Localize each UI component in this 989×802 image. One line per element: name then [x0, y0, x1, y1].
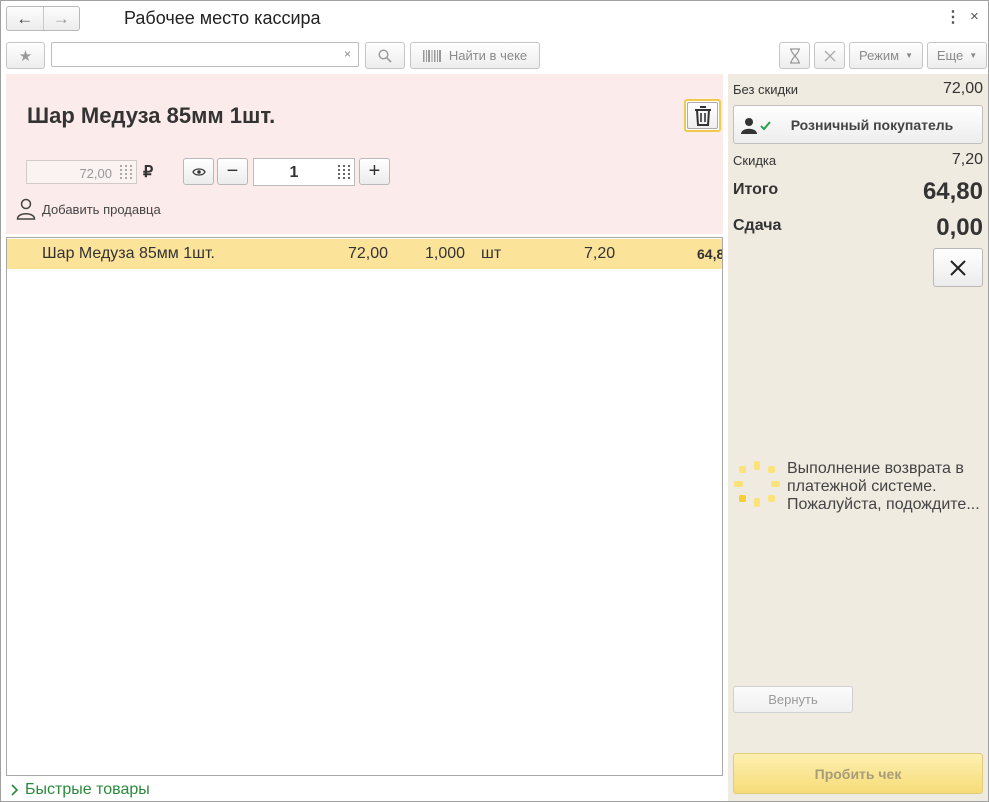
more-menu-icon[interactable]: ⋮ [945, 7, 961, 27]
back-arrow-icon: ← [16, 8, 34, 28]
current-item-panel: Шар Медуза 85мм 1шт. 72,00 ₽ − 1 + Добав… [6, 74, 723, 234]
quick-goods-label: Быстрые товары [25, 781, 150, 798]
search-input[interactable] [56, 44, 336, 66]
row-unit: шт [481, 245, 502, 262]
no-discount-value: 72,00 [942, 80, 983, 97]
trash-icon [694, 105, 711, 126]
find-in-receipt-button[interactable]: Найти в чеке [410, 42, 540, 69]
search-field[interactable]: × [51, 42, 359, 67]
hourglass-button[interactable] [779, 42, 810, 69]
window-title: Рабочее место кассира [124, 8, 321, 28]
close-icon [950, 259, 966, 276]
mode-dropdown-button[interactable]: Режим ▼ [849, 42, 923, 69]
add-seller-link[interactable]: Добавить продавца [16, 198, 161, 220]
discount-value: 7,20 [951, 151, 983, 168]
row-discount: 7,20 [584, 245, 616, 262]
no-discount-label: Без скидки [733, 82, 799, 97]
waiting-message: Выполнение возврата в платежной системе.… [787, 460, 980, 513]
quantity-field[interactable]: 1 [253, 158, 355, 186]
mode-label: Режим [858, 48, 900, 63]
current-item-name: Шар Медуза 85мм 1шт. [27, 103, 276, 128]
change-label: Сдача [733, 217, 782, 234]
clear-search-icon[interactable]: × [344, 47, 351, 61]
loading-spinner-icon [734, 461, 780, 507]
currency-symbol: ₽ [143, 164, 154, 181]
forward-arrow-icon: → [52, 8, 70, 28]
plus-icon: + [368, 160, 381, 182]
view-button[interactable] [183, 158, 214, 185]
barcode-icon [422, 49, 441, 62]
cancel-payment-button[interactable] [933, 248, 983, 287]
delete-item-button[interactable] [684, 99, 721, 132]
forward-button[interactable]: → [42, 7, 80, 30]
row-item-name: Шар Медуза 85мм 1шт. [42, 245, 215, 262]
quick-goods-toggle[interactable]: Быстрые товары [11, 781, 150, 799]
cancel-toolbar-button[interactable] [814, 42, 845, 69]
navigation-buttons: ← → [6, 6, 80, 31]
total-label: Итого [733, 181, 779, 198]
calculator-icon[interactable] [119, 164, 133, 180]
more-dropdown-button[interactable]: Еще ▼ [927, 42, 987, 69]
eye-icon [191, 167, 206, 176]
cashier-workplace-window: ← → Рабочее место кассира ⋮ × ★ × Найти … [0, 0, 989, 802]
summary-panel: Без скидки 72,00 Розничный покупатель Ск… [728, 74, 988, 801]
increase-quantity-button[interactable]: + [359, 158, 390, 185]
dropdown-caret-icon: ▼ [969, 51, 978, 60]
back-button[interactable]: ← [7, 7, 43, 30]
minus-icon: − [226, 160, 239, 182]
receipt-items-table: Шар Медуза 85мм 1шт. 72,00 1,000 шт 7,20… [6, 237, 723, 776]
add-seller-label: Добавить продавца [42, 201, 161, 217]
change-value: 0,00 [936, 214, 983, 241]
find-in-receipt-label: Найти в чеке [448, 48, 528, 63]
decrease-quantity-button[interactable]: − [217, 158, 248, 185]
discount-label: Скидка [733, 153, 777, 168]
favorite-button[interactable]: ★ [6, 42, 45, 69]
payment-system-status: Выполнение возврата в платежной системе.… [733, 460, 987, 514]
row-sum: 64,8 [697, 246, 723, 262]
close-window-icon[interactable]: × [970, 8, 979, 25]
table-row[interactable]: Шар Медуза 85мм 1шт. 72,00 1,000 шт 7,20… [7, 239, 722, 269]
print-receipt-label: Пробить чек [814, 765, 902, 782]
customer-label: Розничный покупатель [790, 117, 954, 133]
price-value: 72,00 [79, 166, 112, 181]
person-icon [16, 198, 36, 220]
print-receipt-button[interactable]: Пробить чек [733, 753, 983, 794]
return-label: Вернуть [768, 692, 818, 707]
return-button[interactable]: Вернуть [733, 686, 853, 713]
search-icon [378, 48, 392, 63]
row-quantity: 1,000 [425, 245, 466, 262]
search-button[interactable] [365, 42, 405, 69]
star-icon: ★ [18, 47, 33, 65]
title-bar: ← → Рабочее место кассира ⋮ × [1, 1, 988, 37]
quantity-value: 1 [289, 164, 299, 181]
cross-icon [824, 50, 835, 61]
calculator-icon[interactable] [337, 164, 351, 180]
row-price: 72,00 [348, 245, 389, 262]
dropdown-caret-icon: ▼ [905, 51, 913, 60]
toolbar: ★ × Найти в чеке Режим ▼ Еще ▼ [1, 40, 988, 70]
chevron-right-icon [11, 784, 19, 796]
hourglass-icon [789, 47, 800, 64]
customer-button[interactable]: Розничный покупатель [733, 105, 983, 144]
price-field[interactable]: 72,00 [26, 160, 137, 184]
total-value: 64,80 [922, 178, 983, 205]
more-label: Еще [936, 48, 964, 63]
